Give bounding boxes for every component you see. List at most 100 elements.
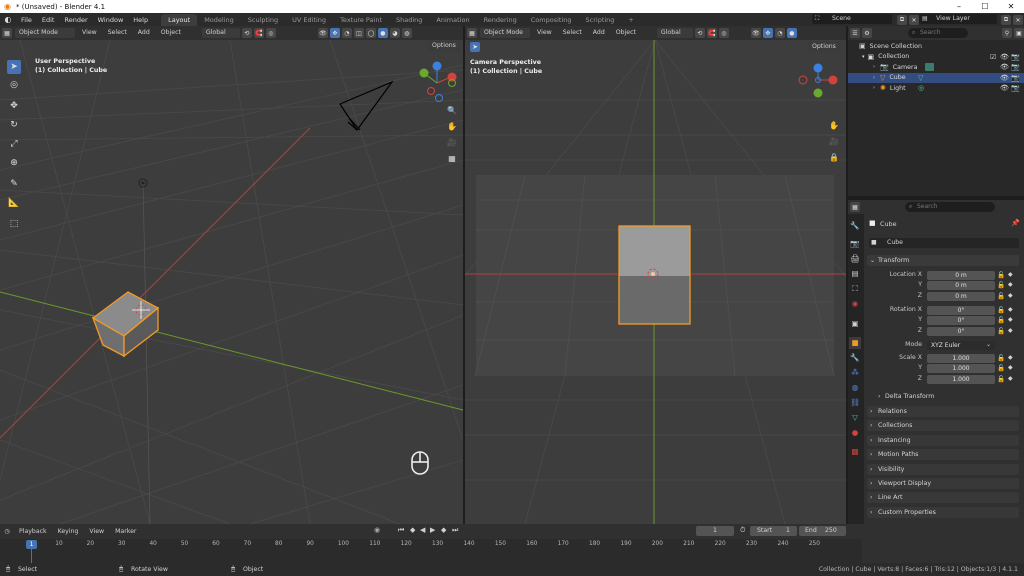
menu-edit[interactable]: Edit xyxy=(37,16,60,24)
lock-icon[interactable]: 🔓 xyxy=(997,306,1005,314)
tab-compositing[interactable]: Compositing xyxy=(524,14,579,26)
scale-tool-icon[interactable]: ⤢ xyxy=(7,137,21,151)
visibility-icon[interactable]: 👁 xyxy=(317,28,328,38)
tab-rendering[interactable]: Rendering xyxy=(477,14,524,26)
keyframe-icon[interactable]: ◆ xyxy=(1008,306,1013,313)
menu-select[interactable]: Select xyxy=(104,28,131,38)
keyframe-icon[interactable]: ◆ xyxy=(1008,316,1013,323)
jump-end-icon[interactable]: ⏭ xyxy=(452,526,458,535)
editor-type-icon[interactable]: ▦ xyxy=(467,28,477,38)
mesh-data-icon[interactable]: ▽ xyxy=(918,74,923,82)
tab-sculpting[interactable]: Sculpting xyxy=(241,14,285,26)
delta-transform-subpanel[interactable]: › Delta Transform xyxy=(874,392,1019,402)
menu-view[interactable]: View xyxy=(533,28,556,38)
camera-view-icon[interactable]: 🎥 xyxy=(446,136,458,148)
delete-scene-icon[interactable]: ✕ xyxy=(909,15,919,25)
menu-add[interactable]: Add xyxy=(589,28,609,38)
lock-icon[interactable]: 🔓 xyxy=(997,292,1005,300)
texture-tab-icon[interactable]: ▩ xyxy=(849,446,861,458)
cursor-tool-icon[interactable]: ◎ xyxy=(7,78,21,92)
visibility-panel-header[interactable]: › Visibility xyxy=(867,464,1019,475)
keyframe-icon[interactable]: ◆ xyxy=(1008,354,1013,361)
timeline-track-area[interactable]: 10 20 30 40 50 60 70 80 90 100 110 120 130 140 150 160 1… xyxy=(0,539,862,563)
lock-icon[interactable]: 🔓 xyxy=(997,327,1005,335)
camera-render-icon[interactable]: 📷 xyxy=(1011,74,1020,82)
lock-icon[interactable]: 🔓 xyxy=(997,354,1005,362)
jump-keyframe-back-icon[interactable]: ◆ xyxy=(410,526,415,534)
light-data-icon[interactable]: ◎ xyxy=(918,84,924,92)
exclude-checkbox[interactable]: ☑ xyxy=(990,53,996,61)
eye-icon[interactable]: 👁 xyxy=(1000,74,1009,82)
eye-icon[interactable]: 👁 xyxy=(1000,84,1009,92)
new-view-layer-icon[interactable]: ⧉ xyxy=(1001,15,1011,25)
chevron-right-icon[interactable]: › xyxy=(873,85,875,91)
data-tab-icon[interactable]: ▽ xyxy=(849,412,861,424)
outliner-search[interactable]: ⌕ Search xyxy=(908,28,968,38)
viewport-display-panel-header[interactable]: › Viewport Display xyxy=(867,478,1019,489)
lock-icon[interactable]: 🔓 xyxy=(997,364,1005,372)
collections-panel-header[interactable]: › Collections xyxy=(867,420,1019,431)
menu-object[interactable]: Object xyxy=(157,28,185,38)
menu-marker[interactable]: Marker xyxy=(111,527,140,537)
display-mode-icon[interactable]: ⚙ xyxy=(862,28,872,38)
properties-search[interactable]: ⌕ Search xyxy=(905,202,995,212)
select-tool-icon[interactable]: ➤ xyxy=(470,42,480,52)
mode-dropdown[interactable]: Object Mode xyxy=(15,28,75,38)
motion-paths-panel-header[interactable]: › Motion Paths xyxy=(867,449,1019,460)
options-dropdown[interactable]: Options xyxy=(428,41,460,51)
move-tool-icon[interactable]: ✥ xyxy=(7,99,21,113)
outliner-row-cube[interactable]: › ▽ Cube ▽ 👁 📷 xyxy=(848,72,1024,83)
menu-keying[interactable]: Keying xyxy=(54,527,83,537)
minimize-button[interactable]: – xyxy=(946,0,972,13)
navigation-gizmo[interactable] xyxy=(795,62,841,108)
wireframe-shading-icon[interactable]: ◯ xyxy=(365,28,376,38)
end-frame-field[interactable]: End 250 xyxy=(799,526,846,536)
outliner-row-collection[interactable]: ▾ ▣ Collection ☑ 👁 📷 xyxy=(848,52,1024,63)
lock-icon[interactable]: 🔓 xyxy=(997,375,1005,383)
pan-hand-icon[interactable]: ✋ xyxy=(828,119,840,131)
preview-range-icon[interactable]: ⏱ xyxy=(740,526,745,535)
add-workspace-icon[interactable]: + xyxy=(621,14,640,26)
constraints-tab-icon[interactable]: ⛓ xyxy=(849,397,861,409)
outliner-row-light[interactable]: › ✺ Light ◎ 👁 📷 xyxy=(848,83,1024,94)
new-scene-icon[interactable]: ⧉ xyxy=(897,15,907,25)
overlay-icon[interactable]: ◔ xyxy=(341,28,352,38)
keyframe-icon[interactable]: ◆ xyxy=(1008,281,1013,288)
chevron-right-icon[interactable]: › xyxy=(873,75,875,81)
keyframe-icon[interactable]: ◆ xyxy=(1008,271,1013,278)
scale-y-field[interactable]: 1.000 xyxy=(927,364,995,373)
view-layer-selector[interactable]: ▤ View Layer xyxy=(919,14,997,24)
select-tool-icon[interactable]: ➤ xyxy=(7,60,21,74)
tab-modeling[interactable]: Modeling xyxy=(197,14,241,26)
keyframe-icon[interactable]: ◆ xyxy=(1008,327,1013,334)
menu-view[interactable]: View xyxy=(85,527,108,537)
lock-icon[interactable]: 🔓 xyxy=(997,281,1005,289)
camera-data-icon[interactable] xyxy=(925,63,934,72)
pivot-icon[interactable]: ⟲ xyxy=(241,28,252,38)
solid-shading-icon[interactable]: ● xyxy=(377,28,388,38)
rotate-tool-icon[interactable]: ↻ xyxy=(7,118,21,132)
location-y-field[interactable]: 0 m xyxy=(927,281,995,290)
render-tab-icon[interactable]: 📷 xyxy=(849,238,861,250)
relations-panel-header[interactable]: › Relations xyxy=(867,406,1019,417)
pin-icon[interactable]: 📌 xyxy=(1011,219,1020,227)
menu-add[interactable]: Add xyxy=(134,28,154,38)
rotation-y-field[interactable]: 0° xyxy=(927,316,995,325)
output-tab-icon[interactable]: 🖨 xyxy=(849,253,861,265)
measure-tool-icon[interactable]: 📐 xyxy=(7,196,21,210)
menu-view[interactable]: View xyxy=(78,28,101,38)
location-x-field[interactable]: 0 m xyxy=(927,271,995,280)
rendered-shading-icon[interactable]: ◍ xyxy=(401,28,412,38)
menu-object[interactable]: Object xyxy=(612,28,640,38)
tab-scripting[interactable]: Scripting xyxy=(579,14,622,26)
snap-icon[interactable]: 🧲 xyxy=(253,28,264,38)
outliner-row-camera[interactable]: › 📷 Camera 👁 📷 xyxy=(848,62,1024,73)
jump-start-icon[interactable]: ⏮ xyxy=(398,526,404,535)
jump-keyframe-forward-icon[interactable]: ◆ xyxy=(441,526,446,534)
play-reverse-icon[interactable]: ◀ xyxy=(420,526,425,534)
transform-orientation-dropdown[interactable]: Global xyxy=(656,28,693,38)
lock-icon[interactable]: 🔓 xyxy=(997,271,1005,279)
tab-texture-paint[interactable]: Texture Paint xyxy=(333,14,389,26)
editor-type-icon[interactable]: ▦ xyxy=(2,28,12,38)
chevron-right-icon[interactable]: › xyxy=(873,64,875,70)
